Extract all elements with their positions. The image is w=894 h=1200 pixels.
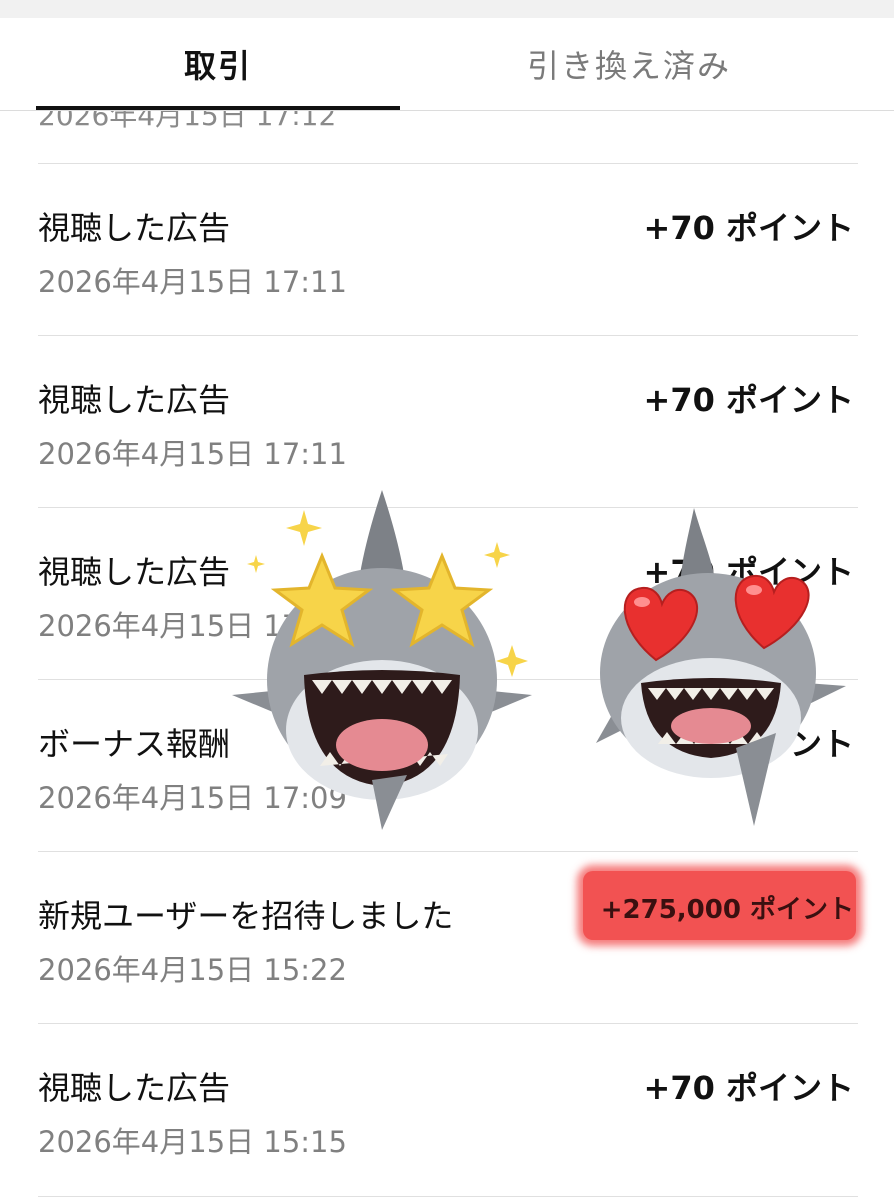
tab-transactions[interactable]: 取引 — [36, 18, 400, 110]
transaction-date: 2026年4月15日 17:11 — [38, 437, 347, 471]
transaction-points-highlighted: +275,000 ポイント — [582, 871, 856, 940]
row-divider — [38, 1196, 858, 1197]
transaction-title: 視聴した広告 — [38, 1069, 231, 1107]
transaction-date: 2026年4月15日 17:11 — [38, 265, 347, 299]
tab-redeemed[interactable]: 引き換え済み — [436, 18, 822, 110]
transaction-title: 視聴した広告 — [38, 209, 231, 247]
transaction-date: 2026年4月15日 15:15 — [38, 1125, 347, 1159]
row-divider — [38, 1023, 858, 1024]
transaction-points: +70 ポイント — [643, 381, 855, 419]
transaction-title: 新規ユーザーを招待しました — [38, 897, 454, 935]
active-tab-indicator — [36, 106, 400, 110]
transaction-title: 視聴した広告 — [38, 381, 231, 419]
tab-bar: 取引 引き換え済み — [0, 18, 894, 111]
transaction-title: ボーナス報酬 — [38, 725, 231, 763]
transaction-row[interactable]: 視聴した広告 +70 ポイント 2026年4月15日 17:11 — [38, 163, 858, 335]
shark-heart-eyes-icon — [596, 508, 846, 826]
transaction-points: +70 ポイント — [643, 1069, 855, 1107]
transaction-row-highlighted[interactable]: 新規ユーザーを招待しました +275,000 ポイント 2026年4月15日 1… — [38, 851, 858, 1023]
transaction-row[interactable]: 視聴した広告 +70 ポイント 2026年4月15日 17:11 — [38, 335, 858, 507]
shark-star-eyes-icon — [232, 490, 532, 830]
transaction-points: +70 ポイント — [643, 209, 855, 247]
transaction-title: 視聴した広告 — [38, 553, 231, 591]
row-divider — [38, 335, 858, 336]
row-divider — [38, 851, 858, 852]
row-divider — [38, 163, 858, 164]
transaction-date: 2026年4月15日 15:22 — [38, 953, 347, 987]
transaction-row[interactable]: 視聴した広告 +70 ポイント 2026年4月15日 15:15 — [38, 1023, 858, 1195]
